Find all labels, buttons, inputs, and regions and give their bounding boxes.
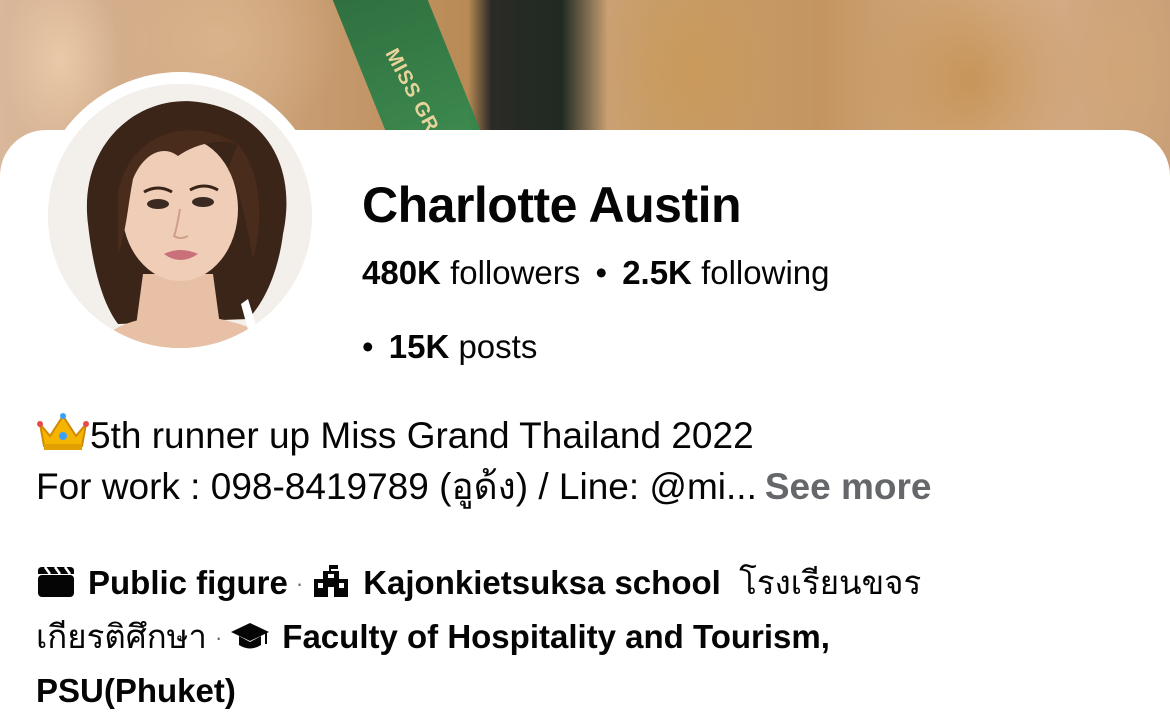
school-thai-name-1: โรงเรียนขจร (739, 564, 922, 601)
school-link[interactable]: Kajonkietsuksa school (363, 564, 721, 601)
posts-count: 15K (388, 328, 450, 365)
category-public-figure[interactable]: Public figure (88, 564, 288, 601)
profile-stats-line-2: • 15K posts (362, 328, 537, 366)
see-more-button[interactable]: See more (765, 466, 932, 507)
stats-separator: • (595, 254, 608, 291)
followers-link[interactable]: 480K followers (362, 254, 580, 291)
bio-line-1: 5th runner up Miss Grand Thailand 2022 (36, 410, 931, 461)
avatar-photo (48, 84, 312, 348)
clapperboard-icon (36, 561, 76, 597)
avatar[interactable] (48, 84, 312, 348)
stats-separator-2: • (362, 328, 374, 365)
following-link[interactable]: 2.5K following (622, 254, 829, 291)
school-thai-name-2: เกียรติศึกษา (36, 618, 207, 655)
posts-link[interactable]: 15K posts (389, 328, 538, 365)
about-separator-2: · (214, 625, 223, 650)
school-building-icon (311, 561, 351, 597)
university-link[interactable]: Faculty of Hospitality and Tourism, (282, 618, 830, 655)
bio: 5th runner up Miss Grand Thailand 2022 F… (36, 410, 931, 512)
bio-text-line-2: For work : 098-8419789 (อูด้ง) / Line: @… (36, 466, 757, 507)
followers-label: followers (450, 254, 581, 291)
about-line-2: เกียรติศึกษา · Faculty of Hospitality and… (36, 610, 1146, 664)
bio-text-line-1: 5th runner up Miss Grand Thailand 2022 (90, 415, 754, 456)
following-label: following (701, 254, 830, 291)
about-separator: · (295, 571, 304, 596)
crown-emoji-icon (36, 412, 90, 452)
university-link-2[interactable]: PSU(Phuket) (36, 672, 236, 709)
about-details: Public figure · Kajonkietsuksa school โรง… (36, 556, 1146, 717)
graduation-cap-icon (230, 615, 270, 649)
following-count: 2.5K (622, 254, 692, 291)
bio-line-2: For work : 098-8419789 (อูด้ง) / Line: @… (36, 461, 931, 512)
profile-stats-line-1: 480K followers • 2.5K following (362, 254, 830, 292)
posts-label: posts (458, 328, 538, 365)
about-line-1: Public figure · Kajonkietsuksa school โรง… (36, 556, 1146, 610)
followers-count: 480K (362, 254, 441, 291)
profile-name[interactable]: Charlotte Austin (362, 176, 742, 234)
about-line-3: PSU(Phuket) (36, 664, 1146, 717)
